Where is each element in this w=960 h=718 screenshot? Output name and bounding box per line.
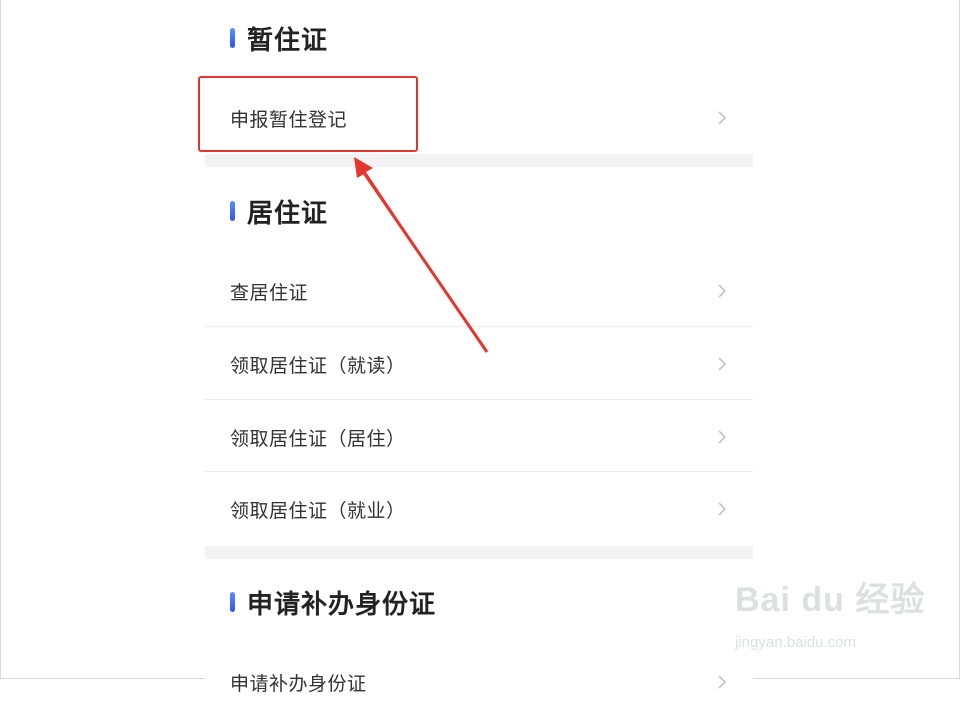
watermark-url: jingyan.baidu.com bbox=[735, 634, 856, 651]
watermark-logo: Bai du 经验 bbox=[735, 581, 926, 619]
baidu-watermark: Bai du 经验 jingyan.baidu.com bbox=[735, 572, 955, 662]
